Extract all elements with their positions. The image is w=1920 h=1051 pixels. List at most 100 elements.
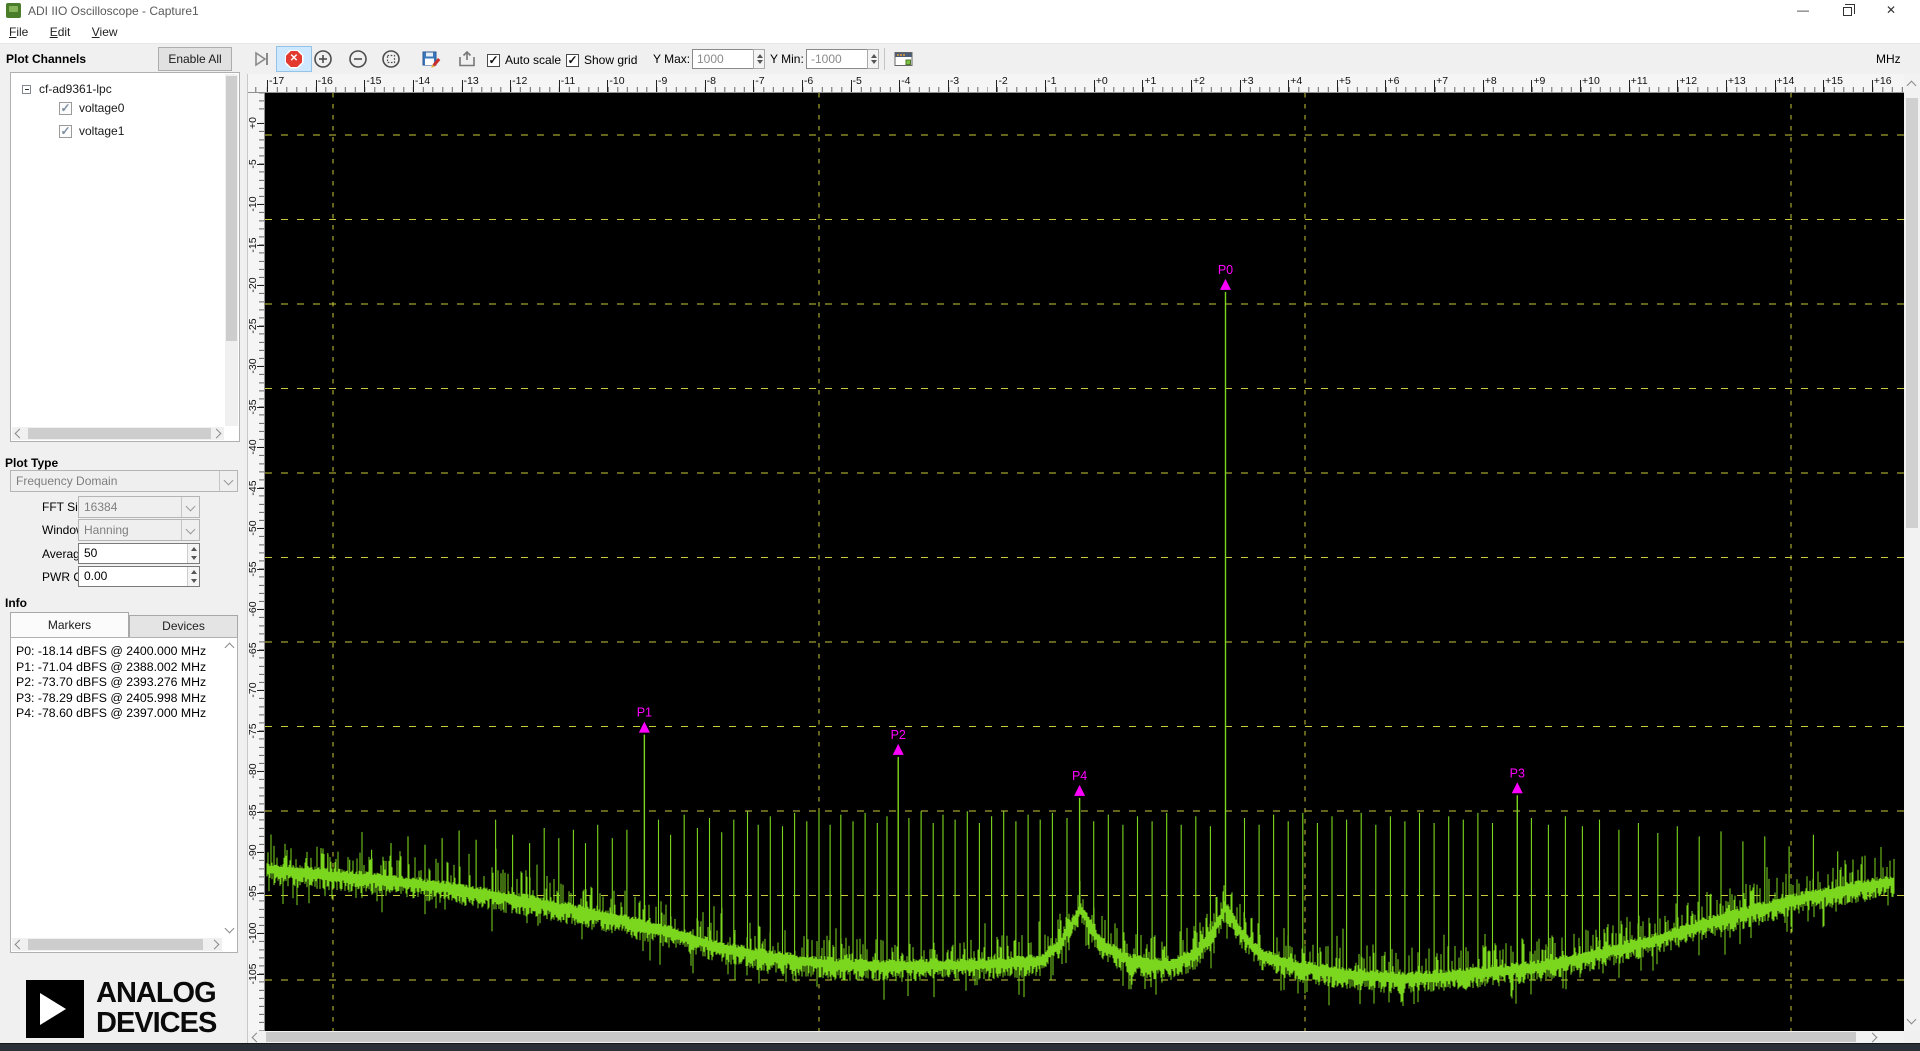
plot-type-value: Frequency Domain xyxy=(16,474,117,488)
tree-channel-row[interactable]: ✓ voltage0 xyxy=(59,99,124,117)
window-select[interactable]: Hanning xyxy=(78,519,200,541)
list-horizontal-scrollbar[interactable] xyxy=(12,938,222,951)
scroll-right-icon[interactable] xyxy=(212,429,222,439)
x-axis-tick-label: -4 xyxy=(901,75,910,87)
y-axis-tick-label: -80 xyxy=(247,756,259,786)
scroll-up-icon[interactable] xyxy=(225,643,235,653)
pwr-offset-spinbox[interactable]: 0.00 xyxy=(78,566,200,587)
marker-P0[interactable]: P0 xyxy=(1218,263,1233,910)
menu-edit[interactable]: Edit xyxy=(41,22,80,42)
voltage1-checkbox[interactable]: ✓ xyxy=(59,125,72,138)
show-grid-checkbox[interactable]: ✓ xyxy=(566,54,579,67)
plot-horizontal-scrollbar[interactable] xyxy=(248,1031,1904,1043)
step-capture-icon[interactable] xyxy=(250,47,274,71)
y-axis-tick-label: -70 xyxy=(247,675,259,705)
scroll-right-icon[interactable] xyxy=(210,940,220,950)
menu-file[interactable]: File xyxy=(0,22,37,42)
marker-readout: P0: -18.14 dBFS @ 2400.000 MHz xyxy=(16,644,206,660)
plot-vertical-scrollbar[interactable] xyxy=(1904,74,1920,1031)
scroll-left-icon[interactable] xyxy=(252,1032,262,1042)
scroll-right-icon[interactable] xyxy=(1868,1032,1878,1042)
scroll-left-icon[interactable] xyxy=(15,429,25,439)
y-axis-tick-label: -10 xyxy=(247,189,259,219)
auto-scale-checkbox[interactable]: ✓ xyxy=(487,54,500,67)
x-axis-major-tick xyxy=(1483,80,1484,92)
marker-label: P2 xyxy=(891,728,906,742)
zoom-in-icon[interactable] xyxy=(311,47,335,71)
x-axis-tick-label: +11 xyxy=(1631,75,1648,87)
tree-horizontal-scrollbar[interactable] xyxy=(12,427,224,440)
tab-devices[interactable]: Devices xyxy=(129,615,238,637)
tree-device-label: cf-ad9361-lpc xyxy=(39,82,112,96)
x-axis-tick-label: +12 xyxy=(1679,75,1697,87)
x-axis-tick-label: +1 xyxy=(1144,75,1156,87)
menu-view[interactable]: View xyxy=(83,22,127,42)
spinner-arrows-icon[interactable] xyxy=(187,567,199,586)
scroll-down-icon[interactable] xyxy=(225,924,235,934)
x-axis-tick-label: +4 xyxy=(1290,75,1302,87)
zoom-fit-icon[interactable] xyxy=(379,47,403,71)
titlebar[interactable]: ADI IIO Oscilloscope - Capture1 — ✕ xyxy=(0,0,1920,22)
restore-button[interactable] xyxy=(1825,0,1869,22)
minimize-button[interactable]: — xyxy=(1781,0,1825,22)
y-min-spinner[interactable] xyxy=(867,49,879,69)
x-axis-major-tick xyxy=(753,80,754,92)
x-axis-major-tick xyxy=(1629,80,1630,92)
y-axis-ruler: +0-5-10-15-20-25-30-35-40-45-50-55-60-65… xyxy=(248,93,265,1031)
plot-channels-header: Plot Channels xyxy=(6,52,86,66)
save-icon[interactable] xyxy=(419,47,443,71)
scroll-left-icon[interactable] xyxy=(15,940,25,950)
pwr-offset-value: 0.00 xyxy=(84,569,107,583)
marker-P4[interactable]: P4 xyxy=(1072,769,1087,913)
fft-size-select[interactable]: 16384 xyxy=(78,496,200,518)
enable-all-button[interactable]: Enable All xyxy=(158,47,232,71)
x-axis-tick-label: +14 xyxy=(1777,75,1795,87)
marker-readout-list[interactable]: P0: -18.14 dBFS @ 2400.000 MHzP1: -71.04… xyxy=(10,637,238,953)
spectrum-plot[interactable]: P0P1P2P3P4 xyxy=(265,93,1904,1031)
x-axis-tick-label: -3 xyxy=(950,75,959,87)
y-axis-tick-label: -75 xyxy=(247,716,259,746)
plot-type-select[interactable]: Frequency Domain xyxy=(10,470,238,492)
list-vertical-scrollbar[interactable] xyxy=(223,639,236,937)
y-min-input[interactable]: -1000 xyxy=(806,49,868,69)
x-axis-major-tick xyxy=(1385,80,1386,92)
y-max-input[interactable]: 1000 xyxy=(692,49,754,69)
collapse-icon[interactable] xyxy=(22,85,31,94)
tab-markers[interactable]: Markers xyxy=(10,612,129,637)
voltage0-checkbox[interactable]: ✓ xyxy=(59,102,72,115)
show-grid-row: ✓ Show grid xyxy=(566,52,637,68)
x-axis-major-tick xyxy=(851,80,852,92)
x-axis-ruler: -17-16-15-14-13-12-11-10-9-8-7-6-5-4-3-2… xyxy=(248,74,1904,93)
scroll-down-icon[interactable] xyxy=(1907,1015,1917,1025)
x-axis-major-tick xyxy=(1240,80,1241,92)
x-axis-major-tick xyxy=(267,80,268,92)
chevron-down-icon xyxy=(181,520,199,540)
new-plot-icon[interactable] xyxy=(892,47,916,71)
y-axis-tick-label: -25 xyxy=(247,311,259,341)
y-axis-tick-label: -50 xyxy=(247,513,259,543)
x-axis-major-tick xyxy=(1142,80,1143,92)
average-spinbox[interactable]: 50 xyxy=(78,543,200,564)
close-button[interactable]: ✕ xyxy=(1869,0,1913,22)
auto-fit-icon[interactable] xyxy=(455,47,479,71)
zoom-out-icon[interactable] xyxy=(346,47,370,71)
marker-P2[interactable]: P2 xyxy=(891,728,906,969)
scroll-up-icon[interactable] xyxy=(1907,81,1917,91)
x-axis-major-tick xyxy=(1434,80,1435,92)
marker-arrow-icon xyxy=(1220,279,1231,290)
tree-vertical-scrollbar[interactable] xyxy=(225,74,238,426)
y-axis-tick-label: -85 xyxy=(247,797,259,827)
y-max-spinner[interactable] xyxy=(753,49,765,69)
spinner-arrows-icon[interactable] xyxy=(187,544,199,563)
x-axis-major-tick xyxy=(1823,80,1824,92)
x-axis-major-tick xyxy=(364,80,365,92)
stop-capture-button[interactable]: ✕ xyxy=(276,46,312,72)
chevron-down-icon xyxy=(181,497,199,517)
tree-channel-row[interactable]: ✓ voltage1 xyxy=(59,122,124,140)
x-axis-major-tick xyxy=(656,80,657,92)
new-plot-glyph xyxy=(894,51,914,67)
x-axis-tick-label: -16 xyxy=(318,75,333,87)
x-axis-tick-label: -12 xyxy=(512,75,527,87)
tree-device-row[interactable]: cf-ad9361-lpc xyxy=(22,80,112,98)
x-axis-major-tick xyxy=(705,80,706,92)
